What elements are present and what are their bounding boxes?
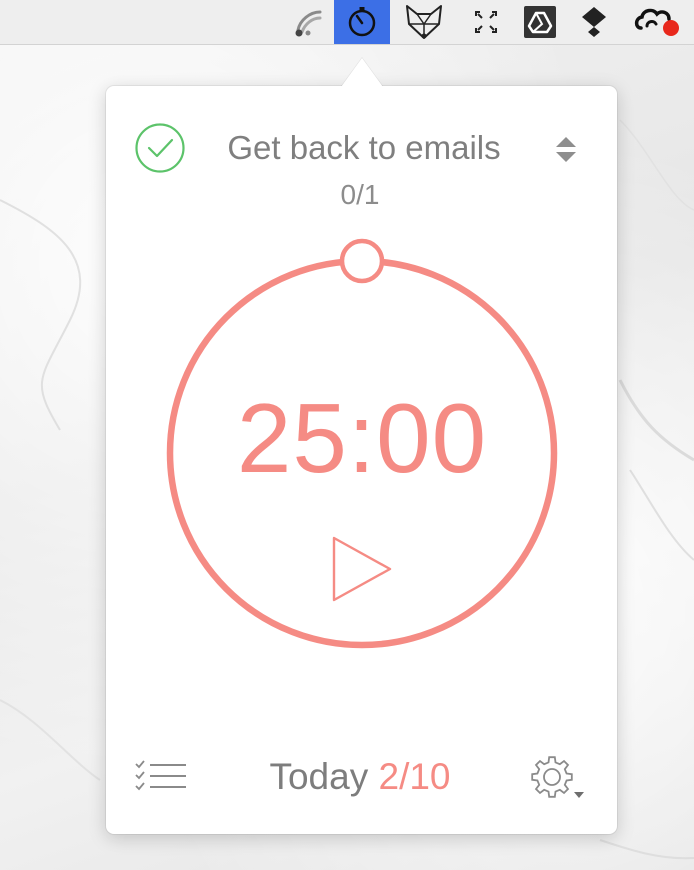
timer-display: 25:00 [236, 383, 488, 493]
check-circle-icon[interactable] [134, 122, 186, 174]
popover-arrow [341, 58, 383, 87]
task-progress: 0/1 [340, 179, 380, 210]
expand-arrows-icon[interactable] [458, 0, 514, 44]
google-drive-icon[interactable] [512, 0, 568, 44]
cloud-sync-icon[interactable] [280, 0, 336, 44]
gear-icon [531, 756, 584, 798]
task-list-icon [135, 760, 186, 791]
pomodoro-timer-icon[interactable] [334, 0, 390, 44]
today-count: 2/10 [378, 756, 451, 797]
fox-mask-icon[interactable] [396, 0, 452, 44]
task-switch-arrows-icon[interactable] [552, 134, 580, 164]
dropbox-icon[interactable] [566, 0, 622, 44]
today-summary: Today 2/10 [210, 752, 510, 802]
creative-cloud-icon[interactable] [630, 0, 686, 44]
task-title[interactable]: Get back to emails [200, 124, 528, 172]
play-button[interactable] [330, 534, 394, 604]
task-list-button[interactable] [132, 758, 190, 798]
menu-bar [0, 0, 694, 45]
timer-ring-handle [339, 238, 385, 284]
play-icon [332, 536, 392, 602]
settings-button[interactable] [526, 752, 594, 804]
today-label: Today [269, 756, 369, 797]
